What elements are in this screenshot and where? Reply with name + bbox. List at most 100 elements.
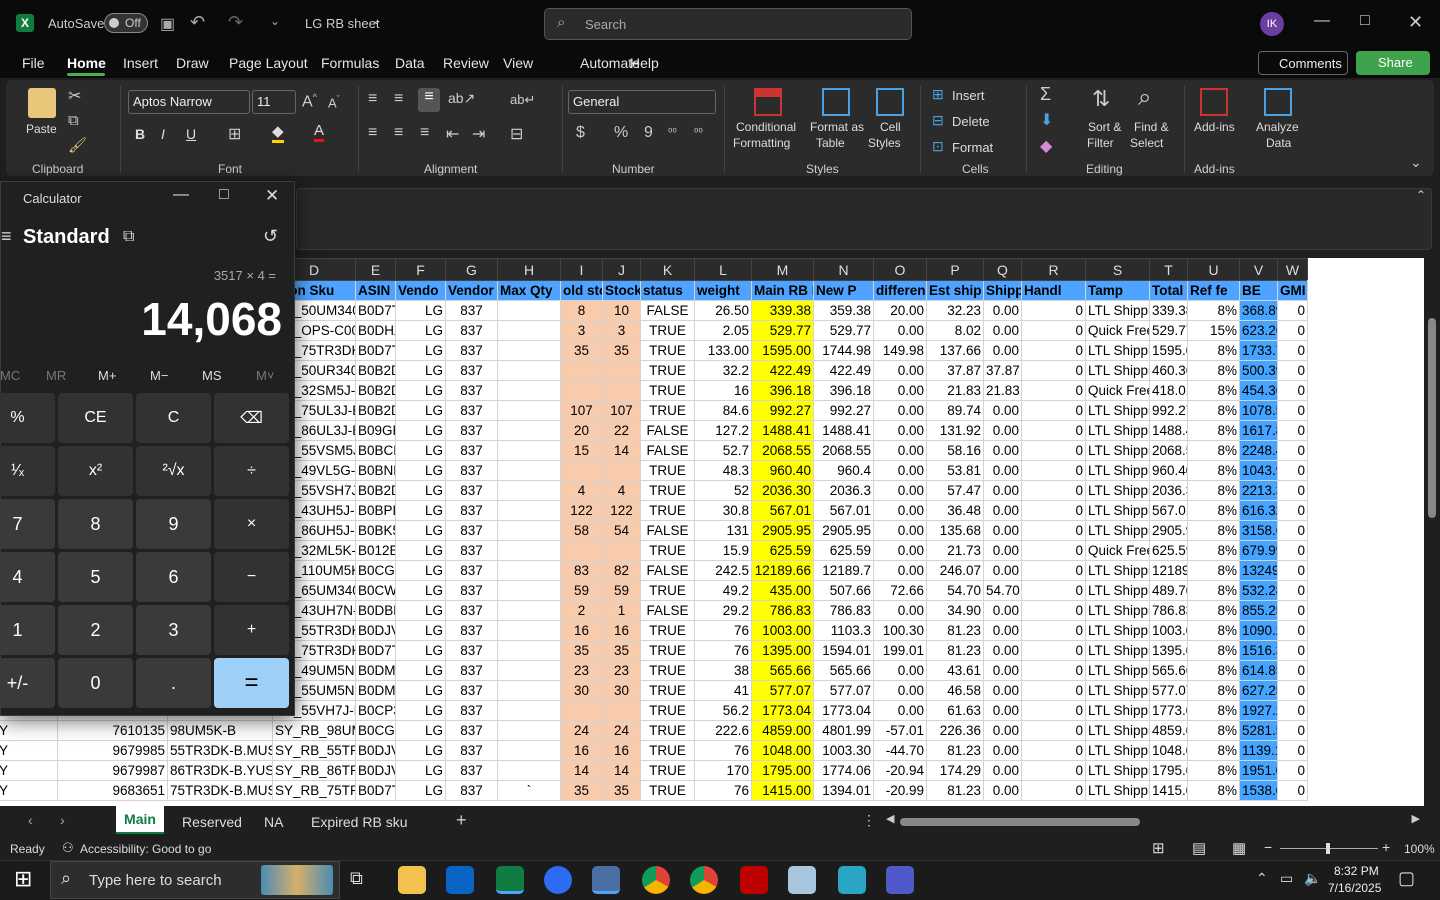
table-cell[interactable]: 565.66 [751, 660, 814, 681]
table-cell[interactable]: LG [395, 380, 446, 401]
column-header[interactable]: R [1021, 258, 1086, 281]
table-cell[interactable]: 49.2 [694, 580, 752, 601]
table-cell[interactable]: 56.2 [694, 700, 752, 721]
table-cell[interactable]: 837 [445, 740, 498, 761]
excel-taskbar-icon[interactable] [496, 866, 524, 894]
table-cell[interactable]: 2213.37 [1239, 480, 1278, 501]
tab-page-layout[interactable]: Page Layout [229, 55, 308, 71]
table-cell[interactable]: LTL Shippi [1085, 600, 1150, 621]
table-cell[interactable]: LG [395, 340, 446, 361]
table-cell[interactable]: 0 [1277, 620, 1308, 641]
table-cell[interactable]: B0CGM97WMV [355, 720, 396, 741]
table-cell[interactable] [497, 680, 561, 701]
table-cell[interactable]: 0.00 [873, 680, 927, 701]
table-cell[interactable]: FALSE [640, 520, 695, 541]
italic-icon[interactable]: I [161, 126, 165, 142]
page-layout-view-icon[interactable]: ▤ [1192, 839, 1206, 857]
table-cell[interactable]: B0DBMLLWDG [355, 600, 396, 621]
table-cell[interactable] [497, 580, 561, 601]
table-cell[interactable]: 15.9 [694, 540, 752, 561]
table-cell[interactable]: 76 [694, 640, 752, 661]
table-cell[interactable]: LTL Shippi [1085, 480, 1150, 501]
table-cell[interactable]: 1103.3 [813, 620, 874, 641]
search-box[interactable]: ⌕ Search [544, 8, 912, 40]
table-cell[interactable]: 960.40 [751, 460, 814, 481]
table-cell[interactable]: 10 [602, 300, 641, 321]
table-cell[interactable]: 8% [1187, 640, 1240, 661]
accessibility-icon[interactable]: ⚇ [62, 840, 74, 856]
table-cell[interactable]: 54 [602, 520, 641, 541]
table-cell[interactable]: 0 [1277, 500, 1308, 521]
table-cell[interactable]: 0.00 [983, 660, 1022, 681]
table-cell[interactable]: 3158.64 [1239, 520, 1278, 541]
table-cell[interactable]: 35 [602, 640, 641, 661]
customize-qat-icon[interactable]: ⌄ [270, 14, 280, 28]
table-cell[interactable]: 1774.06 [813, 760, 874, 781]
align-middle-icon[interactable]: ≡ [394, 90, 403, 108]
table-cell[interactable]: TRUE [640, 380, 695, 401]
more-options-icon[interactable]: ⋮ [862, 812, 876, 829]
table-cell[interactable]: 0.00 [983, 460, 1022, 481]
table-cell[interactable]: 53.81 [926, 460, 984, 481]
column-header[interactable]: V [1239, 258, 1278, 281]
table-cell[interactable]: old stock [560, 280, 603, 301]
table-cell[interactable]: Tamp [1085, 280, 1150, 301]
table-cell[interactable]: 9679985 [57, 740, 168, 761]
calc-key-digit-6[interactable]: 6 [136, 552, 211, 602]
sheet-tab-main[interactable]: Main [116, 806, 164, 834]
table-cell[interactable]: 0.00 [983, 560, 1022, 581]
table-cell[interactable]: 81.23 [926, 780, 984, 801]
table-cell[interactable]: 837 [445, 760, 498, 781]
table-cell[interactable]: LTL Shippi [1085, 500, 1150, 521]
tab-draw[interactable]: Draw [176, 55, 209, 71]
memory-store-button[interactable]: MS [202, 368, 222, 383]
column-header[interactable]: U [1187, 258, 1240, 281]
table-cell[interactable]: 625.59 [1149, 540, 1188, 561]
table-cell[interactable]: B0B2DFX578 [355, 380, 396, 401]
table-cell[interactable] [497, 760, 561, 781]
table-cell[interactable] [602, 540, 641, 561]
table-cell[interactable]: SY [0, 720, 58, 741]
table-cell[interactable]: 837 [445, 320, 498, 341]
table-cell[interactable]: 135.68 [926, 520, 984, 541]
table-cell[interactable]: 170 [694, 760, 752, 781]
table-cell[interactable]: 13249.63 [1239, 560, 1278, 581]
table-cell[interactable]: TRUE [640, 720, 695, 741]
table-cell[interactable]: 0 [1277, 720, 1308, 741]
table-cell[interactable]: B0B2DDW22R [355, 400, 396, 421]
table-cell[interactable]: 1139.13 [1239, 740, 1278, 761]
table-cell[interactable]: 16 [602, 620, 641, 641]
table-cell[interactable]: LG [395, 460, 446, 481]
table-cell[interactable]: 242.5 [694, 560, 752, 581]
clear-icon[interactable]: ◆ [1040, 136, 1052, 156]
table-cell[interactable]: 81.23 [926, 620, 984, 641]
taskbar-search[interactable]: ⌕ Type here to search [50, 861, 340, 899]
table-cell[interactable]: 1415.00 [1149, 780, 1188, 801]
table-cell[interactable]: 1595.00 [1149, 340, 1188, 361]
table-cell[interactable]: 84.6 [694, 400, 752, 421]
table-cell[interactable]: 21.73 [926, 540, 984, 561]
table-cell[interactable]: 8% [1187, 500, 1240, 521]
table-cell[interactable]: 4 [602, 480, 641, 501]
task-view-icon[interactable]: ⧉ [350, 868, 363, 889]
calc-key-negate[interactable]: +/- [0, 658, 55, 708]
table-cell[interactable]: 1951.09 [1239, 760, 1278, 781]
cell-styles-label-1[interactable]: Cell [880, 120, 901, 134]
table-cell[interactable]: 0 [1021, 460, 1086, 481]
conditional-formatting-icon[interactable] [754, 88, 782, 116]
table-cell[interactable]: Handl [1021, 280, 1086, 301]
find-select-label-2[interactable]: Select [1130, 136, 1163, 150]
analyze-data-label-2[interactable]: Data [1266, 136, 1291, 150]
table-cell[interactable]: B0DMSMBN9X [355, 660, 396, 681]
table-cell[interactable]: B0DMSM9DBM [355, 680, 396, 701]
table-cell[interactable]: 0 [1021, 620, 1086, 641]
table-cell[interactable]: B09GRHQMJ1 [355, 420, 396, 441]
table-cell[interactable]: 0.00 [873, 600, 927, 621]
table-cell[interactable] [497, 600, 561, 621]
table-cell[interactable]: 1617.84 [1239, 420, 1278, 441]
table-cell[interactable]: TRUE [640, 760, 695, 781]
comments-button[interactable]: Comments [1258, 51, 1348, 75]
table-cell[interactable]: TRUE [640, 460, 695, 481]
table-cell[interactable] [497, 660, 561, 681]
clock-time[interactable]: 8:32 PM [1334, 864, 1379, 878]
